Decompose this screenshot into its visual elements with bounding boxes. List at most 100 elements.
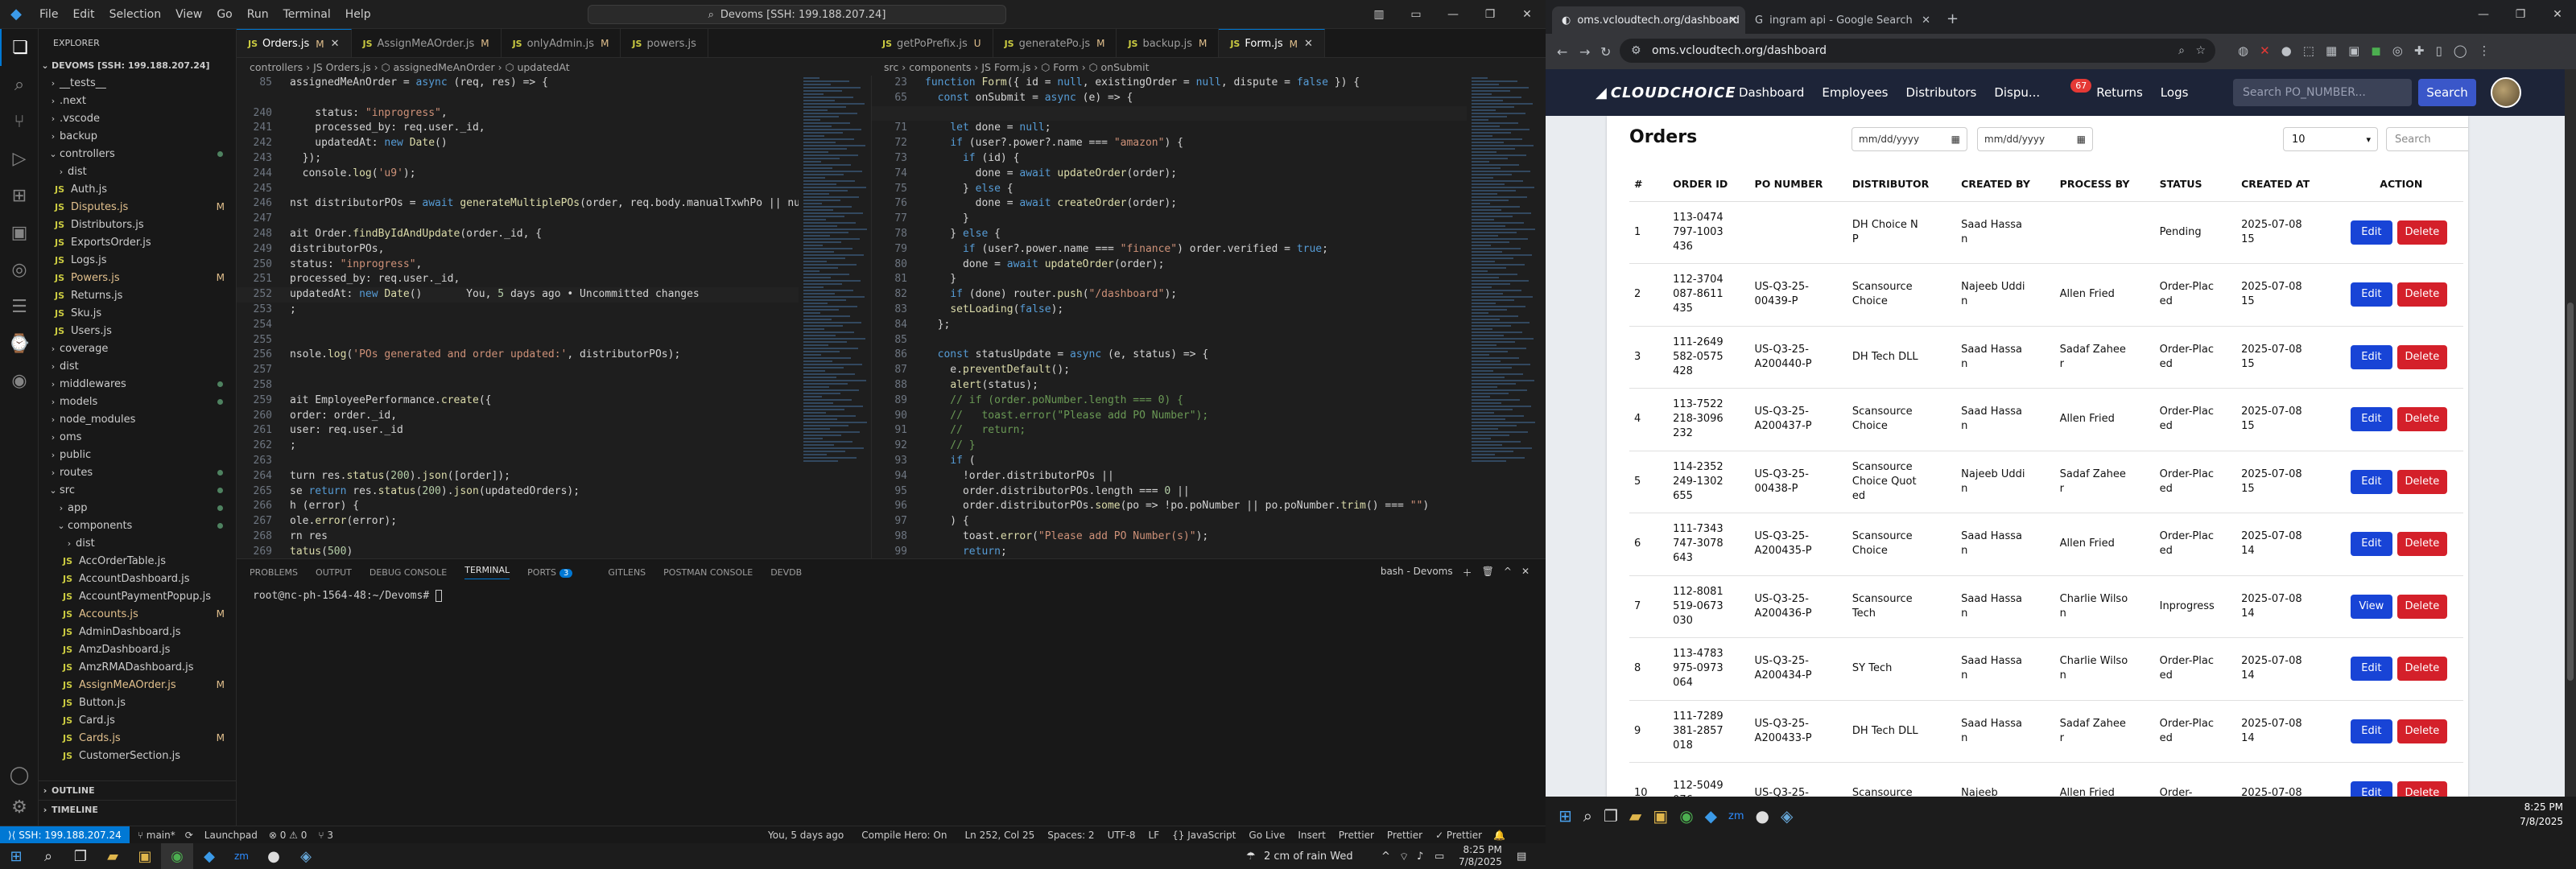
folder-item[interactable]: › routes bbox=[39, 463, 236, 481]
new-tab-icon[interactable]: + bbox=[1946, 10, 1959, 27]
app-icon[interactable]: ◈ bbox=[1781, 806, 1793, 826]
menu-terminal[interactable]: Terminal bbox=[276, 8, 338, 21]
file-item[interactable]: JS Button.js bbox=[39, 694, 236, 711]
command-center[interactable]: ⌕ Devoms [SSH: 199.188.207.24] bbox=[588, 5, 1006, 24]
table-row[interactable]: 8 113-4783975-0973064 US-Q3-25-A200434-P SY… bbox=[1629, 637, 2463, 701]
store-icon[interactable]: ▣ bbox=[1653, 806, 1668, 826]
task-view-icon[interactable]: ❐ bbox=[1604, 806, 1618, 826]
nav-link-dispu[interactable]: Dispu... 67 bbox=[1994, 79, 2092, 100]
timeline-section[interactable]: › TIMELINE bbox=[39, 800, 236, 818]
editor-tab[interactable]: JS onlyAdmin.js M bbox=[502, 29, 621, 57]
file-item[interactable]: JS Cards.js M bbox=[39, 729, 236, 747]
panel-tab-problems[interactable]: PROBLEMS bbox=[250, 567, 298, 578]
new-terminal-icon[interactable]: ＋ bbox=[1463, 566, 1472, 579]
file-item[interactable]: JS Disputes.js M bbox=[39, 198, 236, 216]
edit-button[interactable]: Edit bbox=[2350, 781, 2392, 797]
folder-item[interactable]: › oms bbox=[39, 428, 236, 446]
panel-tab-devdb[interactable]: DEVDB bbox=[770, 567, 802, 578]
file-item[interactable]: JS CustomerSection.js bbox=[39, 747, 236, 764]
minimap-right[interactable] bbox=[1467, 76, 1539, 558]
notification-center-icon[interactable]: ▤ bbox=[1517, 850, 1526, 863]
postman-icon[interactable]: ◉ bbox=[0, 362, 39, 399]
table-search-input[interactable]: Search bbox=[2386, 127, 2468, 151]
folder-item[interactable]: › app bbox=[39, 499, 236, 517]
close-tab-icon[interactable]: ✕ bbox=[1728, 14, 1737, 27]
panel-tab-debug-console[interactable]: DEBUG CONSOLE bbox=[369, 567, 447, 578]
table-row[interactable]: 7 112-8081519-0673030 US-Q3-25-A200436-P Sc… bbox=[1629, 575, 2463, 638]
delete-button[interactable]: Delete bbox=[2396, 220, 2447, 245]
branch-indicator[interactable]: ⑂ main* bbox=[138, 830, 175, 841]
delete-button[interactable]: Delete bbox=[2396, 781, 2447, 797]
table-row[interactable]: 3 111-2649582-0575428 US-Q3-25-A200440-P DH… bbox=[1629, 326, 2463, 389]
minimap-left[interactable] bbox=[799, 76, 871, 558]
table-row[interactable]: 10 112-5049076- US-Q3-25- Scansource Najeeb A… bbox=[1629, 762, 2463, 797]
edit-button[interactable]: Edit bbox=[2350, 220, 2392, 245]
avatar[interactable] bbox=[2491, 77, 2521, 108]
language-mode[interactable]: {} JavaScript bbox=[1172, 830, 1236, 841]
notifications-icon[interactable]: 🔔 bbox=[1493, 830, 1505, 841]
folder-item[interactable]: › models bbox=[39, 393, 236, 410]
menu-run[interactable]: Run bbox=[240, 8, 276, 21]
extension-icon-4[interactable]: ⬚ bbox=[2303, 43, 2314, 58]
folder-item[interactable]: › dist bbox=[39, 163, 236, 180]
editor-tab[interactable]: JS Form.js M ✕ bbox=[1219, 29, 1325, 57]
close-tab-icon[interactable]: ✕ bbox=[1922, 14, 1930, 27]
chrome-icon[interactable]: ◉ bbox=[1679, 806, 1693, 826]
app-icon[interactable]: ◈ bbox=[290, 843, 322, 869]
extension-icon-6[interactable]: ▣ bbox=[2348, 43, 2359, 58]
folder-item[interactable]: › public bbox=[39, 446, 236, 463]
editor-tab[interactable]: JS AssignMeAOrder.js M bbox=[352, 29, 502, 57]
folder-item[interactable]: ⌄ controllers bbox=[39, 145, 236, 163]
database-icon[interactable]: ☰ bbox=[0, 288, 39, 325]
delete-button[interactable]: Delete bbox=[2396, 469, 2447, 494]
table-row[interactable]: 9 111-7289381-2857018 US-Q3-25-A200433-P DH… bbox=[1629, 700, 2463, 763]
tray-chevron-icon[interactable]: ^ bbox=[1381, 850, 1390, 863]
file-item[interactable]: JS AmzDashboard.js bbox=[39, 640, 236, 658]
date-to-input[interactable]: mm/dd/yyyy ▦ bbox=[1977, 127, 2093, 151]
folder-item[interactable]: › .next bbox=[39, 92, 236, 109]
settings-gear-icon[interactable]: ⚙ bbox=[0, 789, 39, 826]
remote-explorer-icon[interactable]: ▣ bbox=[0, 214, 39, 251]
workspace-root[interactable]: ⌄ DEVOMS [SSH: 199.188.207.24] bbox=[39, 56, 236, 74]
table-row[interactable]: 5 114-2352249-1302655 US-Q3-25-00438-P Scan… bbox=[1629, 451, 2463, 513]
table-row[interactable]: 1 113-0474797-1003436 DH Choice NP Saad Has… bbox=[1629, 201, 2463, 264]
file-item[interactable]: JS ExportsOrder.js bbox=[39, 233, 236, 251]
prettier-2[interactable]: Prettier bbox=[1387, 830, 1422, 841]
extension-icon-2[interactable]: ✕ bbox=[2260, 43, 2270, 58]
extension-icon-7[interactable]: ◼ bbox=[2371, 43, 2380, 58]
folder-item[interactable]: › node_modules bbox=[39, 410, 236, 428]
edit-button[interactable]: Edit bbox=[2350, 344, 2392, 369]
forward-arrow-icon[interactable]: → bbox=[1579, 44, 1590, 60]
edit-button[interactable]: Edit bbox=[2350, 532, 2392, 557]
edit-button[interactable]: Edit bbox=[2350, 719, 2392, 743]
maximize-icon[interactable]: ❐ bbox=[2502, 0, 2539, 29]
minimize-icon[interactable]: — bbox=[2465, 0, 2502, 29]
maximize-icon[interactable]: ❐ bbox=[1472, 0, 1509, 29]
delete-button[interactable]: Delete bbox=[2396, 719, 2447, 743]
nav-link-logs[interactable]: Logs bbox=[2161, 85, 2189, 100]
menu-file[interactable]: File bbox=[32, 8, 65, 21]
timeline-icon[interactable]: ⌚ bbox=[0, 325, 39, 362]
extensions-puzzle-icon[interactable]: ✚ bbox=[2414, 43, 2425, 58]
minimize-icon[interactable]: — bbox=[1435, 0, 1472, 29]
windows-start-icon[interactable]: ⊞ bbox=[0, 843, 32, 869]
delete-button[interactable]: Delete bbox=[2396, 657, 2447, 682]
table-row[interactable]: 6 111-7343747-3078643 US-Q3-25-A200435-P Sc… bbox=[1629, 513, 2463, 576]
clock[interactable]: 8:25 PM 7/8/2025 bbox=[2520, 800, 2563, 829]
editor-tab[interactable]: JS backup.js M bbox=[1117, 29, 1220, 57]
table-row[interactable]: 4 113-7522218-3096232 US-Q3-25-A200437-P Sc… bbox=[1629, 388, 2463, 451]
extension-icon-1[interactable]: ◍ bbox=[2238, 43, 2248, 58]
search-icon[interactable]: ⌕ bbox=[32, 843, 64, 869]
trash-icon[interactable]: 🗑 bbox=[1482, 566, 1494, 579]
code-editor-right[interactable]: 23 function Form({ id = null, existingOrd… bbox=[871, 76, 1467, 558]
close-panel-icon[interactable]: ✕ bbox=[1521, 566, 1530, 579]
brand-logo[interactable]: ◢ CLOUDCHOICE bbox=[1596, 84, 1736, 101]
editor-tab[interactable]: JS powers.js bbox=[621, 29, 708, 57]
prettier-3[interactable]: ✓ Prettier bbox=[1435, 830, 1482, 841]
file-item[interactable]: JS Users.js bbox=[39, 322, 236, 340]
scrollbar-thumb[interactable] bbox=[2567, 303, 2574, 681]
back-arrow-icon[interactable]: ← bbox=[1557, 44, 1567, 60]
edit-button[interactable]: Edit bbox=[2350, 657, 2392, 682]
file-item[interactable]: JS Card.js bbox=[39, 711, 236, 729]
sync-icon[interactable]: ⟳ bbox=[185, 830, 193, 841]
